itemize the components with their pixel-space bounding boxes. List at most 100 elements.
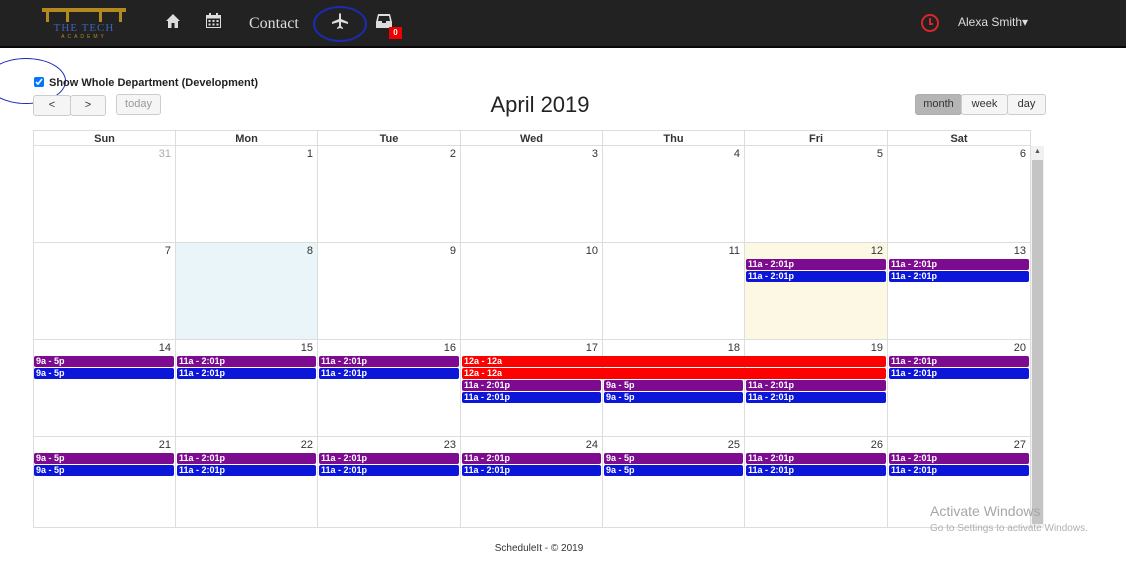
calendar-event[interactable]: 11a - 2:01p [319, 465, 459, 476]
day-cell[interactable]: 6 [888, 146, 1031, 243]
day-number[interactable]: 18 [728, 342, 740, 354]
calendar-event[interactable]: 9a - 5p [604, 465, 743, 476]
calendar-event[interactable]: 11a - 2:01p [462, 392, 601, 403]
calendar-icon[interactable] [206, 13, 221, 33]
calendar-event[interactable]: 11a - 2:01p [889, 356, 1029, 367]
calendar-scrollbar[interactable]: ▲ [1031, 146, 1044, 528]
calendar-event[interactable]: 11a - 2:01p [746, 259, 886, 270]
day-number[interactable]: 6 [1020, 148, 1026, 160]
calendar-event[interactable]: 11a - 2:01p [746, 465, 886, 476]
day-number[interactable]: 13 [1014, 245, 1026, 257]
day-view-button[interactable]: day [1007, 94, 1046, 115]
day-cell[interactable]: 15 [176, 340, 318, 437]
day-cell[interactable]: 16 [318, 340, 461, 437]
day-number[interactable]: 10 [586, 245, 598, 257]
calendar-event[interactable]: 11a - 2:01p [889, 368, 1029, 379]
user-menu[interactable]: Alexa Smith▾ [958, 15, 1028, 29]
day-cell[interactable]: 12 [745, 243, 888, 340]
calendar-event[interactable]: 9a - 5p [34, 368, 174, 379]
day-number[interactable]: 15 [301, 342, 313, 354]
today-button[interactable]: today [116, 94, 161, 115]
calendar-event[interactable]: 11a - 2:01p [889, 259, 1029, 270]
calendar-event[interactable]: 11a - 2:01p [746, 453, 886, 464]
calendar-event[interactable]: 11a - 2:01p [319, 368, 459, 379]
day-number[interactable]: 31 [159, 148, 171, 160]
day-cell[interactable]: 25 [603, 437, 745, 528]
scroll-up-arrow-icon[interactable]: ▲ [1032, 146, 1043, 158]
day-number[interactable]: 19 [871, 342, 883, 354]
airplane-icon[interactable] [331, 12, 349, 35]
calendar-event[interactable]: 11a - 2:01p [889, 271, 1029, 282]
calendar-event[interactable]: 11a - 2:01p [177, 368, 316, 379]
day-cell[interactable]: 4 [603, 146, 745, 243]
calendar-event[interactable]: 12a - 12a [462, 356, 886, 367]
day-number[interactable]: 23 [444, 439, 456, 451]
home-icon[interactable] [165, 13, 181, 34]
day-cell[interactable]: 14 [33, 340, 176, 437]
next-button[interactable]: > [70, 95, 106, 116]
calendar-event[interactable]: 9a - 5p [604, 392, 743, 403]
day-cell[interactable]: 3 [461, 146, 603, 243]
day-number[interactable]: 7 [165, 245, 171, 257]
contact-link[interactable]: Contact [249, 15, 299, 33]
day-number[interactable]: 3 [592, 148, 598, 160]
calendar-event[interactable]: 11a - 2:01p [177, 465, 316, 476]
calendar-event[interactable]: 11a - 2:01p [319, 453, 459, 464]
calendar-event[interactable]: 11a - 2:01p [889, 453, 1029, 464]
calendar-event[interactable]: 11a - 2:01p [462, 453, 601, 464]
day-number[interactable]: 9 [450, 245, 456, 257]
show-department-checkbox[interactable] [34, 77, 44, 87]
day-cell[interactable]: 31 [33, 146, 176, 243]
day-cell[interactable]: 9 [318, 243, 461, 340]
day-number[interactable]: 1 [307, 148, 313, 160]
calendar-event[interactable]: 12a - 12a [462, 368, 886, 379]
calendar-event[interactable]: 11a - 2:01p [889, 465, 1029, 476]
day-number[interactable]: 4 [734, 148, 740, 160]
day-cell[interactable]: 23 [318, 437, 461, 528]
calendar-event[interactable]: 11a - 2:01p [177, 356, 316, 367]
day-cell[interactable]: 21 [33, 437, 176, 528]
month-view-button[interactable]: month [915, 94, 962, 115]
day-number[interactable]: 17 [586, 342, 598, 354]
day-cell[interactable]: 24 [461, 437, 603, 528]
day-number[interactable]: 20 [1014, 342, 1026, 354]
day-cell[interactable]: 22 [176, 437, 318, 528]
day-number[interactable]: 26 [871, 439, 883, 451]
day-cell[interactable]: 11 [603, 243, 745, 340]
day-number[interactable]: 25 [728, 439, 740, 451]
academy-logo[interactable]: THE TECH ACADEMY [42, 8, 126, 42]
day-cell[interactable]: 2 [318, 146, 461, 243]
day-cell[interactable]: 1 [176, 146, 318, 243]
day-number[interactable]: 12 [871, 245, 883, 257]
scroll-thumb[interactable] [1032, 160, 1043, 524]
week-view-button[interactable]: week [961, 94, 1008, 115]
calendar-event[interactable]: 9a - 5p [34, 465, 174, 476]
calendar-event[interactable]: 11a - 2:01p [177, 453, 316, 464]
calendar-event[interactable]: 9a - 5p [34, 453, 174, 464]
day-cell[interactable]: 26 [745, 437, 888, 528]
day-number[interactable]: 11 [729, 245, 740, 257]
clock-icon[interactable] [921, 14, 939, 32]
calendar-event[interactable]: 11a - 2:01p [746, 380, 886, 391]
day-cell[interactable]: 5 [745, 146, 888, 243]
calendar-event[interactable]: 11a - 2:01p [746, 392, 886, 403]
calendar-event[interactable]: 11a - 2:01p [319, 356, 459, 367]
calendar-event[interactable]: 11a - 2:01p [746, 271, 886, 282]
day-cell[interactable]: 13 [888, 243, 1031, 340]
day-number[interactable]: 22 [301, 439, 313, 451]
prev-button[interactable]: < [33, 95, 71, 116]
day-number[interactable]: 5 [877, 148, 883, 160]
calendar-event[interactable]: 9a - 5p [34, 356, 174, 367]
calendar-event[interactable]: 9a - 5p [604, 380, 743, 391]
calendar-event[interactable]: 11a - 2:01p [462, 380, 601, 391]
day-number[interactable]: 16 [444, 342, 456, 354]
day-cell[interactable]: 20 [888, 340, 1031, 437]
calendar-event[interactable]: 11a - 2:01p [462, 465, 601, 476]
day-number[interactable]: 21 [159, 439, 171, 451]
day-number[interactable]: 8 [307, 245, 313, 257]
day-number[interactable]: 27 [1014, 439, 1026, 451]
day-number[interactable]: 24 [586, 439, 598, 451]
day-cell[interactable]: 10 [461, 243, 603, 340]
calendar-event[interactable]: 9a - 5p [604, 453, 743, 464]
day-cell[interactable]: 8 [176, 243, 318, 340]
